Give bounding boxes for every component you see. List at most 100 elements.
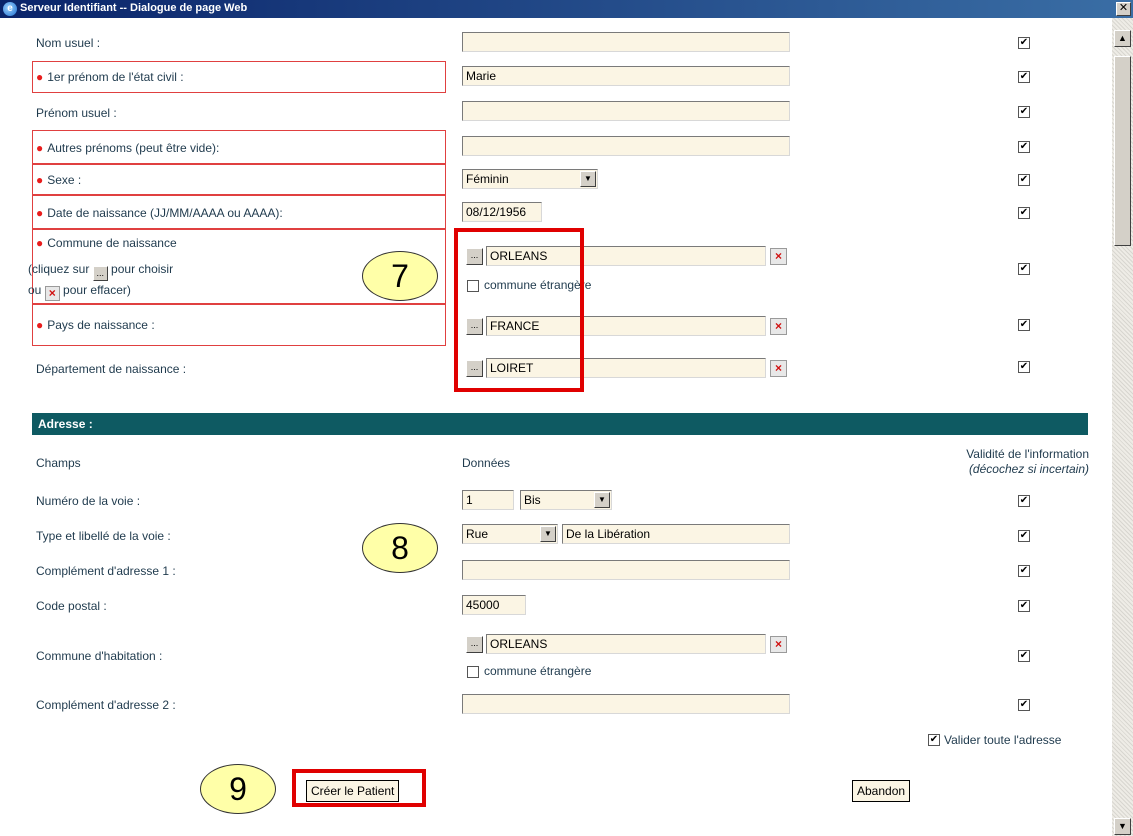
pays-naissance-clear-button[interactable]: × <box>770 318 787 335</box>
nom-usuel-valid-checkbox[interactable]: ✔ <box>1018 37 1030 49</box>
departement-naissance-label: Département de naissance : <box>36 362 187 376</box>
complement1-input[interactable] <box>462 560 790 580</box>
prenom-usuel-valid-checkbox[interactable]: ✔ <box>1018 106 1030 118</box>
commune-habitation-valid-checkbox[interactable]: ✔ <box>1018 650 1030 662</box>
date-naissance-valid-checkbox[interactable]: ✔ <box>1018 207 1030 219</box>
type-voie-select[interactable]: Rue ▼ <box>462 524 558 544</box>
departement-naissance-clear-button[interactable]: × <box>770 360 787 377</box>
callout-7: 7 <box>362 251 438 301</box>
pays-naissance-valid-checkbox[interactable]: ✔ <box>1018 319 1030 331</box>
commune-naissance-clear-button[interactable]: × <box>770 248 787 265</box>
numero-voie-label: Numéro de la voie : <box>36 494 141 508</box>
highlight-create-button <box>292 769 426 807</box>
required-dot: ● <box>36 141 44 155</box>
highlight-birth-place <box>454 228 584 392</box>
pays-naissance-label: ● Pays de naissance : <box>36 318 155 332</box>
prenom-usuel-input[interactable] <box>462 101 790 121</box>
browser-icon: e <box>3 2 17 16</box>
nom-usuel-input[interactable] <box>462 32 790 52</box>
commune-naissance-help-2: ou × pour effacer) <box>28 283 131 301</box>
type-libelle-label: Type et libellé de la voie : <box>36 529 171 543</box>
premier-prenom-label: ● 1er prénom de l'état civil : <box>36 70 184 84</box>
sexe-label: ● Sexe : <box>36 173 81 187</box>
required-dot: ● <box>36 70 44 84</box>
callout-8: 8 <box>362 523 438 573</box>
vertical-scrollbar[interactable]: ▲ ▼ <box>1112 18 1133 836</box>
commune-habitation-etrangere-label: commune étrangère <box>484 664 592 678</box>
pick-icon: ... <box>92 266 108 281</box>
commune-naissance-label-text: Commune de naissance <box>47 236 177 250</box>
type-voie-value: Rue <box>466 527 489 541</box>
code-postal-valid-checkbox[interactable]: ✔ <box>1018 600 1030 612</box>
required-dot: ● <box>36 206 44 220</box>
col-validite-line1: Validité de l'information <box>966 447 1089 461</box>
window-title: Serveur Identifiant -- Dialogue de page … <box>20 2 248 14</box>
date-naissance-label-text: Date de naissance (JJ/MM/AAAA ou AAAA): <box>47 206 283 220</box>
code-postal-input[interactable] <box>462 595 526 615</box>
clear-icon: × <box>44 286 60 301</box>
type-libelle-valid-checkbox[interactable]: ✔ <box>1018 530 1030 542</box>
help-text-c: ou <box>28 283 42 297</box>
help-text-a: (cliquez sur <box>28 262 90 276</box>
help-text-d: pour effacer) <box>63 283 131 297</box>
premier-prenom-input[interactable] <box>462 66 790 86</box>
date-naissance-input[interactable] <box>462 202 542 222</box>
chevron-down-icon[interactable]: ▼ <box>540 526 556 542</box>
adresse-section-header: Adresse : <box>32 413 1088 435</box>
window-title-bar: e Serveur Identifiant -- Dialogue de pag… <box>0 0 1133 18</box>
complement1-label: Complément d'adresse 1 : <box>36 564 176 578</box>
premier-prenom-label-text: 1er prénom de l'état civil : <box>47 70 184 84</box>
numero-voie-valid-checkbox[interactable]: ✔ <box>1018 495 1030 507</box>
required-dot: ● <box>36 236 44 250</box>
complement2-valid-checkbox[interactable]: ✔ <box>1018 699 1030 711</box>
complement2-input[interactable] <box>462 694 790 714</box>
sexe-select[interactable]: Féminin ▼ <box>462 169 598 189</box>
required-dot: ● <box>36 173 44 187</box>
scroll-down-icon[interactable]: ▼ <box>1114 818 1131 835</box>
nom-usuel-label: Nom usuel : <box>36 36 101 50</box>
autres-prenoms-label: ● Autres prénoms (peut être vide): <box>36 141 219 155</box>
commune-habitation-etrangere-checkbox[interactable] <box>467 666 479 678</box>
required-frame-sexe <box>32 164 446 195</box>
valider-adresse-checkbox[interactable]: ✔ <box>928 734 940 746</box>
libelle-voie-input[interactable] <box>562 524 790 544</box>
autres-prenoms-label-text: Autres prénoms (peut être vide): <box>47 141 220 155</box>
commune-naissance-help-1: (cliquez sur ... pour choisir <box>28 262 173 281</box>
close-icon[interactable]: ✕ <box>1116 2 1131 16</box>
col-champs-header: Champs <box>36 456 81 470</box>
callout-9: 9 <box>200 764 276 814</box>
abandon-button[interactable]: Abandon <box>852 780 911 802</box>
commune-naissance-label: ● Commune de naissance <box>36 236 177 250</box>
pays-naissance-label-text: Pays de naissance : <box>47 318 155 332</box>
complement1-valid-checkbox[interactable]: ✔ <box>1018 565 1030 577</box>
scroll-up-icon[interactable]: ▲ <box>1114 30 1131 47</box>
prenom-usuel-label: Prénom usuel : <box>36 106 117 120</box>
date-naissance-label: ● Date de naissance (JJ/MM/AAAA ou AAAA): <box>36 206 283 220</box>
commune-naissance-valid-checkbox[interactable]: ✔ <box>1018 263 1030 275</box>
sexe-valid-checkbox[interactable]: ✔ <box>1018 174 1030 186</box>
sexe-label-text: Sexe : <box>47 173 82 187</box>
col-validite-line2: (décochez si incertain) <box>968 462 1089 476</box>
autres-prenoms-input[interactable] <box>462 136 790 156</box>
required-dot: ● <box>36 318 44 332</box>
chevron-down-icon[interactable]: ▼ <box>594 492 610 508</box>
commune-habitation-label: Commune d'habitation : <box>36 649 163 663</box>
valider-adresse-label: Valider toute l'adresse <box>944 733 1062 747</box>
departement-naissance-valid-checkbox[interactable]: ✔ <box>1018 361 1030 373</box>
code-postal-label: Code postal : <box>36 599 107 613</box>
numero-suffix-value: Bis <box>524 493 541 507</box>
numero-suffix-select[interactable]: Bis ▼ <box>520 490 612 510</box>
autres-prenoms-valid-checkbox[interactable]: ✔ <box>1018 141 1030 153</box>
commune-habitation-input[interactable] <box>486 634 766 654</box>
chevron-down-icon[interactable]: ▼ <box>580 171 596 187</box>
complement2-label: Complément d'adresse 2 : <box>36 698 176 712</box>
commune-habitation-pick-button[interactable]: ... <box>466 636 483 653</box>
col-donnees-header: Données <box>462 456 511 470</box>
scroll-thumb[interactable] <box>1114 56 1131 246</box>
col-validite-header: Validité de l'information (décochez si i… <box>966 447 1089 477</box>
help-text-b: pour choisir <box>111 262 174 276</box>
sexe-select-value: Féminin <box>466 172 509 186</box>
numero-voie-input[interactable] <box>462 490 514 510</box>
premier-prenom-valid-checkbox[interactable]: ✔ <box>1018 71 1030 83</box>
commune-habitation-clear-button[interactable]: × <box>770 636 787 653</box>
